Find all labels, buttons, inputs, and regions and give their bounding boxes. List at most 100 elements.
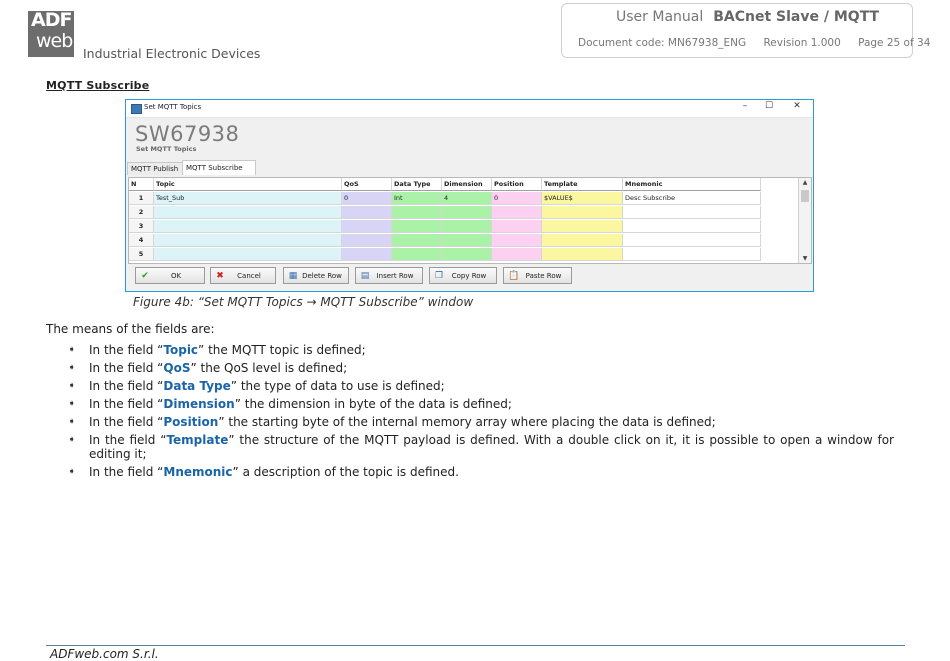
table-cell-qos[interactable]: [342, 206, 392, 219]
table-row: 3: [129, 220, 811, 233]
table-cell-data-type[interactable]: [392, 206, 442, 219]
bullet-text: ” a description of the topic is defined.: [232, 465, 459, 479]
list-item: ➧ In the field “Topic” the MQTT topic is …: [68, 343, 894, 357]
document-title: User Manual BACnet Slave / MQTT: [616, 9, 879, 25]
table-cell-dimension[interactable]: [442, 206, 492, 219]
column-header-template: Template: [542, 178, 623, 191]
set-mqtt-topics-window: Set MQTT Topics – ☐ ✕ SW67938 Set MQTT T…: [125, 99, 814, 292]
table-cell-topic[interactable]: Test_Sub: [154, 192, 342, 205]
column-header-mnemonic: Mnemonic: [623, 178, 761, 191]
table-cell-data-type[interactable]: [392, 248, 442, 261]
table-cell-position[interactable]: [492, 248, 542, 261]
field-keyword: QoS: [163, 361, 191, 375]
field-keyword: Template: [166, 433, 229, 447]
table-cell-dimension[interactable]: 4: [442, 192, 492, 205]
field-descriptions-list: ➧ In the field “Topic” the MQTT topic is …: [68, 343, 894, 483]
bullet-text: ” the QoS level is defined;: [190, 361, 348, 375]
bullet-text: ” the MQTT topic is defined;: [198, 343, 366, 357]
button-label: Insert Row: [376, 272, 414, 280]
table-cell-dimension[interactable]: [442, 220, 492, 233]
bullet-text: ” the dimension in byte of the data is d…: [234, 397, 512, 411]
delete-row-button[interactable]: ▦ Delete Row: [283, 267, 349, 284]
app-icon: [131, 104, 142, 114]
button-label: Copy Row: [451, 272, 487, 280]
list-item: ➧ In the field “Dimension” the dimension …: [68, 397, 894, 411]
button-label: Cancel: [237, 272, 261, 280]
copy-row-button[interactable]: ❐ Copy Row: [429, 267, 497, 284]
field-keyword: Topic: [163, 343, 199, 357]
table-cell-n[interactable]: 5: [129, 248, 154, 261]
maximize-button[interactable]: ☐: [762, 101, 776, 111]
bullet-text: In the field “: [89, 415, 164, 429]
table-cell-template[interactable]: [542, 206, 623, 219]
minimize-button[interactable]: –: [738, 101, 752, 111]
logo-bottom-text: web: [36, 30, 73, 52]
paste-row-button[interactable]: 📋 Paste Row: [503, 267, 572, 284]
table-cell-mnemonic[interactable]: [623, 248, 761, 261]
insert-row-button[interactable]: ▤ Insert Row: [355, 267, 423, 284]
table-row: 4: [129, 234, 811, 247]
table-cell-data-type[interactable]: [392, 234, 442, 247]
table-row: 2: [129, 206, 811, 219]
cancel-button[interactable]: ✖ Cancel: [210, 267, 276, 284]
table-cell-n[interactable]: 1: [129, 192, 154, 205]
table-cell-n[interactable]: 4: [129, 234, 154, 247]
bullet-arrow-icon: ➧: [68, 467, 76, 477]
button-bar: ✔ OK ✖ Cancel ▦ Delete Row ▤ Insert Row ❐ Copy Ro…: [126, 267, 813, 287]
table-cell-mnemonic[interactable]: [623, 234, 761, 247]
table-cell-mnemonic[interactable]: Desc Subscribe: [623, 192, 761, 205]
table-cell-qos[interactable]: [342, 248, 392, 261]
doc-page: Page 25 of 34: [858, 37, 931, 49]
table-cell-dimension[interactable]: [442, 248, 492, 261]
table-cell-mnemonic[interactable]: [623, 206, 761, 219]
field-keyword: Position: [163, 415, 219, 429]
table-cell-qos[interactable]: [342, 234, 392, 247]
list-item: ➧ In the field “Template” the structure o…: [68, 433, 894, 461]
column-header-n: N: [129, 178, 154, 191]
bullet-text: In the field “: [89, 397, 164, 411]
column-header-data-type: Data Type: [392, 178, 442, 191]
table-cell-mnemonic[interactable]: [623, 220, 761, 233]
table-cell-position[interactable]: [492, 234, 542, 247]
table-cell-n[interactable]: 3: [129, 220, 154, 233]
table-cell-topic[interactable]: [154, 220, 342, 233]
table-cell-topic[interactable]: [154, 234, 342, 247]
table-cell-data-type[interactable]: [392, 220, 442, 233]
tab-mqtt-subscribe[interactable]: MQTT Subscribe: [182, 160, 256, 175]
bullet-text: ” the type of data to use is defined;: [230, 379, 445, 393]
bullet-text: In the field “: [89, 343, 164, 357]
table-cell-dimension[interactable]: [442, 234, 492, 247]
table-cell-template[interactable]: $VALUE$: [542, 192, 623, 205]
close-button[interactable]: ✕: [790, 101, 804, 111]
window-titlebar[interactable]: Set MQTT Topics – ☐ ✕: [126, 100, 813, 118]
bullet-text: In the field “: [89, 379, 164, 393]
table-cell-data-type[interactable]: Int: [392, 192, 442, 205]
table-cell-n[interactable]: 2: [129, 206, 154, 219]
footer-divider: [46, 645, 905, 646]
ok-button[interactable]: ✔ OK: [135, 267, 205, 284]
column-header-qos: QoS: [342, 178, 392, 191]
table-row: 1 Test_Sub 0 Int 4 0 $VALUE$ Desc Subscribe: [129, 192, 811, 205]
bullet-arrow-icon: ➧: [68, 399, 76, 409]
table-cell-qos[interactable]: 0: [342, 192, 392, 205]
bullet-arrow-icon: ➧: [68, 363, 76, 373]
field-keyword: Mnemonic: [163, 465, 233, 479]
table-cell-qos[interactable]: [342, 220, 392, 233]
app-name: SW67938: [135, 122, 240, 146]
table-cell-position[interactable]: 0: [492, 192, 542, 205]
table-cell-template[interactable]: [542, 248, 623, 261]
table-cell-topic[interactable]: [154, 206, 342, 219]
adfweb-logo: ADF web: [28, 9, 74, 57]
bullet-text: ” the starting byte of the internal memo…: [218, 415, 716, 429]
tab-mqtt-publish[interactable]: MQTT Publish: [127, 162, 189, 175]
copy-icon: ❐: [434, 271, 444, 281]
table-cell-position[interactable]: [492, 220, 542, 233]
table-cell-position[interactable]: [492, 206, 542, 219]
table-cell-template[interactable]: [542, 220, 623, 233]
table-cell-topic[interactable]: [154, 248, 342, 261]
bullet-arrow-icon: ➧: [68, 435, 76, 445]
figure-caption: Figure 4b: “Set MQTT Topics → MQTT Subsc…: [133, 295, 474, 309]
doc-type: User Manual: [616, 9, 704, 25]
table-cell-template[interactable]: [542, 234, 623, 247]
intro-paragraph: The means of the fields are:: [46, 322, 215, 336]
